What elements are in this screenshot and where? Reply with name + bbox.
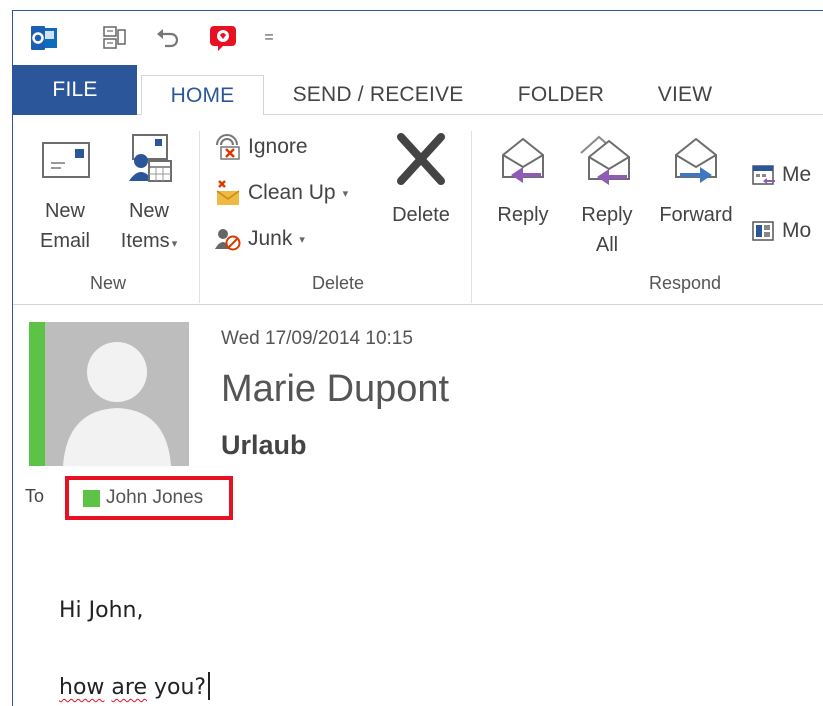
delete-label: Delete (392, 204, 450, 226)
group-separator (199, 131, 200, 303)
customize-qat-icon[interactable]: = (261, 25, 277, 51)
person-placeholder-icon (45, 322, 189, 466)
message-subject: Urlaub (221, 430, 307, 460)
reply-all-label-1: Reply (581, 204, 633, 226)
quick-access-toolbar: = (13, 11, 823, 65)
new-email-icon (42, 142, 90, 178)
more-icon (752, 221, 774, 241)
ribbon: New Email New Items ▾ New Ignore Clean U… (13, 115, 823, 305)
junk-label: Junk (248, 227, 293, 250)
group-label-delete: Delete (311, 273, 365, 293)
group-label-new: New (89, 273, 126, 293)
outlook-window: = FILE HOME SEND / RECEIVE FOLDER VIEW N… (12, 10, 823, 706)
message-date: Wed 17/09/2014 10:15 (221, 328, 413, 349)
new-email-label-1: New (44, 200, 85, 222)
clean-up-icon (216, 180, 240, 205)
recipient-name[interactable]: John Jones (106, 487, 203, 509)
group-label-respond: Respond (648, 273, 722, 293)
address-book-icon[interactable] (99, 25, 129, 51)
meeting-label: Me (782, 163, 812, 186)
forward-button[interactable]: Forward (651, 133, 741, 230)
clean-up-button[interactable]: Clean Up ▾ (213, 175, 348, 211)
reading-pane: Wed 17/09/2014 10:15 Marie Dupont Urlaub… (13, 306, 823, 706)
new-email-label-2: Email (39, 230, 90, 252)
outlook-app-icon[interactable] (29, 25, 59, 51)
delete-button[interactable]: Delete (383, 133, 459, 230)
reply-all-label-2: All (595, 234, 619, 256)
ignore-icon (216, 134, 240, 160)
junk-icon (215, 229, 241, 251)
avatar[interactable] (45, 322, 189, 466)
reply-all-icon (580, 135, 630, 185)
clean-up-dropdown-icon[interactable]: ▾ (343, 187, 349, 200)
body-word: how (59, 675, 105, 700)
recipient-highlight: John Jones (65, 476, 233, 520)
tab-file[interactable]: FILE (13, 65, 137, 115)
junk-dropdown-icon[interactable]: ▾ (299, 233, 305, 246)
group-separator (471, 131, 472, 303)
clean-up-label: Clean Up (248, 181, 336, 204)
text-cursor (208, 672, 211, 700)
body-line-greeting[interactable]: Hi John, (59, 598, 143, 623)
reply-icon (502, 137, 544, 183)
tab-view[interactable]: VIEW (645, 75, 725, 115)
tab-home[interactable]: HOME (141, 75, 264, 116)
tab-send-receive[interactable]: SEND / RECEIVE (283, 75, 473, 115)
sender-name[interactable]: Marie Dupont (221, 368, 449, 411)
ribbon-tabs: FILE HOME SEND / RECEIVE FOLDER VIEW (13, 65, 823, 116)
new-items-label-1: New (128, 200, 169, 222)
reply-all-button[interactable]: Reply All (569, 133, 645, 260)
category-color-bar (29, 322, 45, 466)
new-items-button[interactable]: New Items ▾ (109, 133, 189, 259)
body-word: are (111, 675, 147, 700)
delete-icon (397, 133, 445, 185)
to-label: To (25, 486, 45, 506)
body-word: you? (153, 675, 207, 700)
meeting-button[interactable]: Me (751, 157, 811, 193)
reply-button[interactable]: Reply (485, 133, 561, 230)
ignore-label: Ignore (248, 135, 308, 158)
presence-indicator-icon (83, 489, 100, 507)
tab-folder[interactable]: FOLDER (509, 75, 613, 115)
forward-label: Forward (659, 204, 733, 226)
undo-icon[interactable] (153, 25, 183, 51)
new-items-icon (129, 134, 172, 182)
junk-button[interactable]: Junk ▾ (213, 221, 305, 257)
new-items-dropdown-icon[interactable]: ▾ (172, 238, 178, 250)
meeting-icon (752, 165, 775, 185)
new-items-label-2: Items ▾ (120, 230, 178, 252)
add-in-icon[interactable] (207, 25, 239, 51)
body-line-question[interactable]: how are you? (59, 672, 211, 700)
more-label: Mo (782, 219, 812, 242)
ignore-button[interactable]: Ignore (213, 129, 308, 165)
new-email-button[interactable]: New Email (25, 133, 105, 256)
reply-label: Reply (497, 204, 549, 226)
more-button[interactable]: Mo (751, 213, 811, 249)
forward-icon (675, 137, 717, 183)
